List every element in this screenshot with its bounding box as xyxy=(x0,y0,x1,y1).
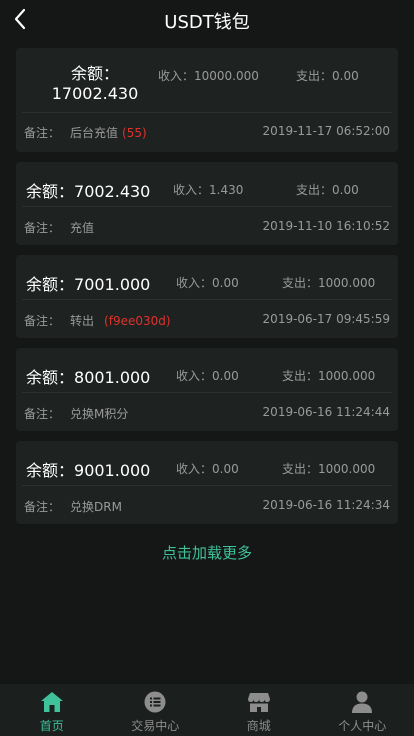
remark-label: 备注： xyxy=(24,500,61,514)
record-list: 余额： 17002.430 收入：10000.000 支出：0.00 备注： 后台… xyxy=(16,48,398,534)
record-time: 2019-11-10 16:10:52 xyxy=(262,219,390,233)
balance-label: 余额： xyxy=(26,182,75,201)
record-detail: 备注： 转出 (f9ee030d) 2019-06-17 09:45:59 xyxy=(16,300,398,338)
store-icon xyxy=(247,690,271,714)
expense-text: 支出：1000.000 xyxy=(282,462,376,476)
record-time: 2019-06-16 11:24:34 xyxy=(262,498,390,512)
remark-text: 兑换M积分 xyxy=(70,407,129,421)
header: USDT钱包 xyxy=(0,0,414,40)
tab-store[interactable]: 商城 xyxy=(207,684,311,736)
user-icon xyxy=(350,690,374,714)
list-icon xyxy=(143,690,167,714)
income-text: 收入：0.00 xyxy=(176,462,239,476)
remark-label: 备注： xyxy=(24,407,61,421)
home-icon xyxy=(40,690,64,714)
record-detail: 备注： 后台充值 (55) 2019-11-17 06:52:00 xyxy=(16,112,398,152)
income-text: 收入：1.430 xyxy=(173,183,244,197)
record-detail: 备注： 兑换M积分 2019-06-16 11:24:44 xyxy=(16,393,398,431)
remark: 备注： 兑换DRM xyxy=(24,498,122,515)
tab-label: 个人中心 xyxy=(338,719,387,733)
income-text: 收入：0.00 xyxy=(176,276,239,290)
remark-text: 后台充值 xyxy=(70,126,119,140)
remark-code: (55) xyxy=(122,126,147,140)
record-summary: 余额： 17002.430 收入：10000.000 支出：0.00 xyxy=(16,48,398,112)
bottom-tab-bar: 首页 交易中心 商城 个人中心 xyxy=(0,684,414,736)
balance: 余额： 17002.430 xyxy=(42,64,148,104)
load-more-button[interactable]: 点击加载更多 xyxy=(0,542,414,563)
expense-text: 支出：1000.000 xyxy=(282,369,376,383)
balance-value: 7001.000 xyxy=(74,275,151,294)
remark: 备注： 后台充值 (55) xyxy=(24,124,147,141)
app-root: USDT钱包 余额： 17002.430 收入：10000.000 支出：0.0… xyxy=(0,0,414,736)
balance-value: 9001.000 xyxy=(74,461,151,480)
remark-label: 备注： xyxy=(24,126,61,140)
balance: 余额：9001.000 xyxy=(26,457,150,481)
record-summary: 余额：9001.000 收入：0.00 支出：1000.000 xyxy=(16,441,398,491)
remark-text: 充值 xyxy=(70,221,95,235)
tab-label: 交易中心 xyxy=(131,719,180,733)
balance-label: 余额： xyxy=(70,64,119,83)
record-summary: 余额：8001.000 收入：0.00 支出：1000.000 xyxy=(16,348,398,398)
expense-text: 支出：1000.000 xyxy=(282,276,376,290)
record-card: 余额： 17002.430 收入：10000.000 支出：0.00 备注： 后台… xyxy=(16,48,398,152)
remark-label: 备注： xyxy=(24,221,61,235)
balance-label: 余额： xyxy=(26,275,75,294)
remark: 备注： 兑换M积分 xyxy=(24,405,128,422)
balance-value: 17002.430 xyxy=(51,84,139,103)
balance-label: 余额： xyxy=(26,368,75,387)
tab-label: 商城 xyxy=(246,719,271,733)
remark-text: 兑换DRM xyxy=(70,500,122,514)
expense-text: 支出：0.00 xyxy=(296,183,359,197)
record-card: 余额：7001.000 收入：0.00 支出：1000.000 备注： 转出 (f9… xyxy=(16,255,398,338)
balance-value: 8001.000 xyxy=(74,368,151,387)
balance: 余额：7002.430 xyxy=(26,178,150,202)
record-summary: 余额：7001.000 收入：0.00 支出：1000.000 xyxy=(16,255,398,305)
balance: 余额：8001.000 xyxy=(26,364,150,388)
remark-label: 备注： xyxy=(24,314,61,328)
record-detail: 备注： 充值 2019-11-10 16:10:52 xyxy=(16,207,398,245)
remark: 备注： 充值 xyxy=(24,219,94,236)
remark-text: 转出 xyxy=(70,314,95,328)
record-card: 余额：8001.000 收入：0.00 支出：1000.000 备注： 兑换M积分… xyxy=(16,348,398,431)
record-detail: 备注： 兑换DRM 2019-06-16 11:24:34 xyxy=(16,486,398,524)
tab-home[interactable]: 首页 xyxy=(0,684,104,736)
tab-profile[interactable]: 个人中心 xyxy=(311,684,414,736)
expense-text: 支出：0.00 xyxy=(296,69,359,83)
balance-label: 余额： xyxy=(26,461,75,480)
record-time: 2019-06-17 09:45:59 xyxy=(262,312,390,326)
record-time: 2019-11-17 06:52:00 xyxy=(262,124,390,138)
record-summary: 余额：7002.430 收入：1.430 支出：0.00 xyxy=(16,162,398,212)
balance: 余额：7001.000 xyxy=(26,271,150,295)
income-text: 收入：0.00 xyxy=(176,369,239,383)
remark-code: (f9ee030d) xyxy=(104,314,171,328)
page-title: USDT钱包 xyxy=(164,12,250,33)
tab-label: 首页 xyxy=(39,719,64,733)
tab-trade-center[interactable]: 交易中心 xyxy=(104,684,208,736)
record-time: 2019-06-16 11:24:44 xyxy=(262,405,390,419)
record-card: 余额：9001.000 收入：0.00 支出：1000.000 备注： 兑换DRM… xyxy=(16,441,398,524)
record-card: 余额：7002.430 收入：1.430 支出：0.00 备注： 充值 2019-… xyxy=(16,162,398,245)
income-text: 收入：10000.000 xyxy=(158,69,259,83)
remark: 备注： 转出 (f9ee030d) xyxy=(24,312,171,329)
balance-value: 7002.430 xyxy=(74,182,151,201)
